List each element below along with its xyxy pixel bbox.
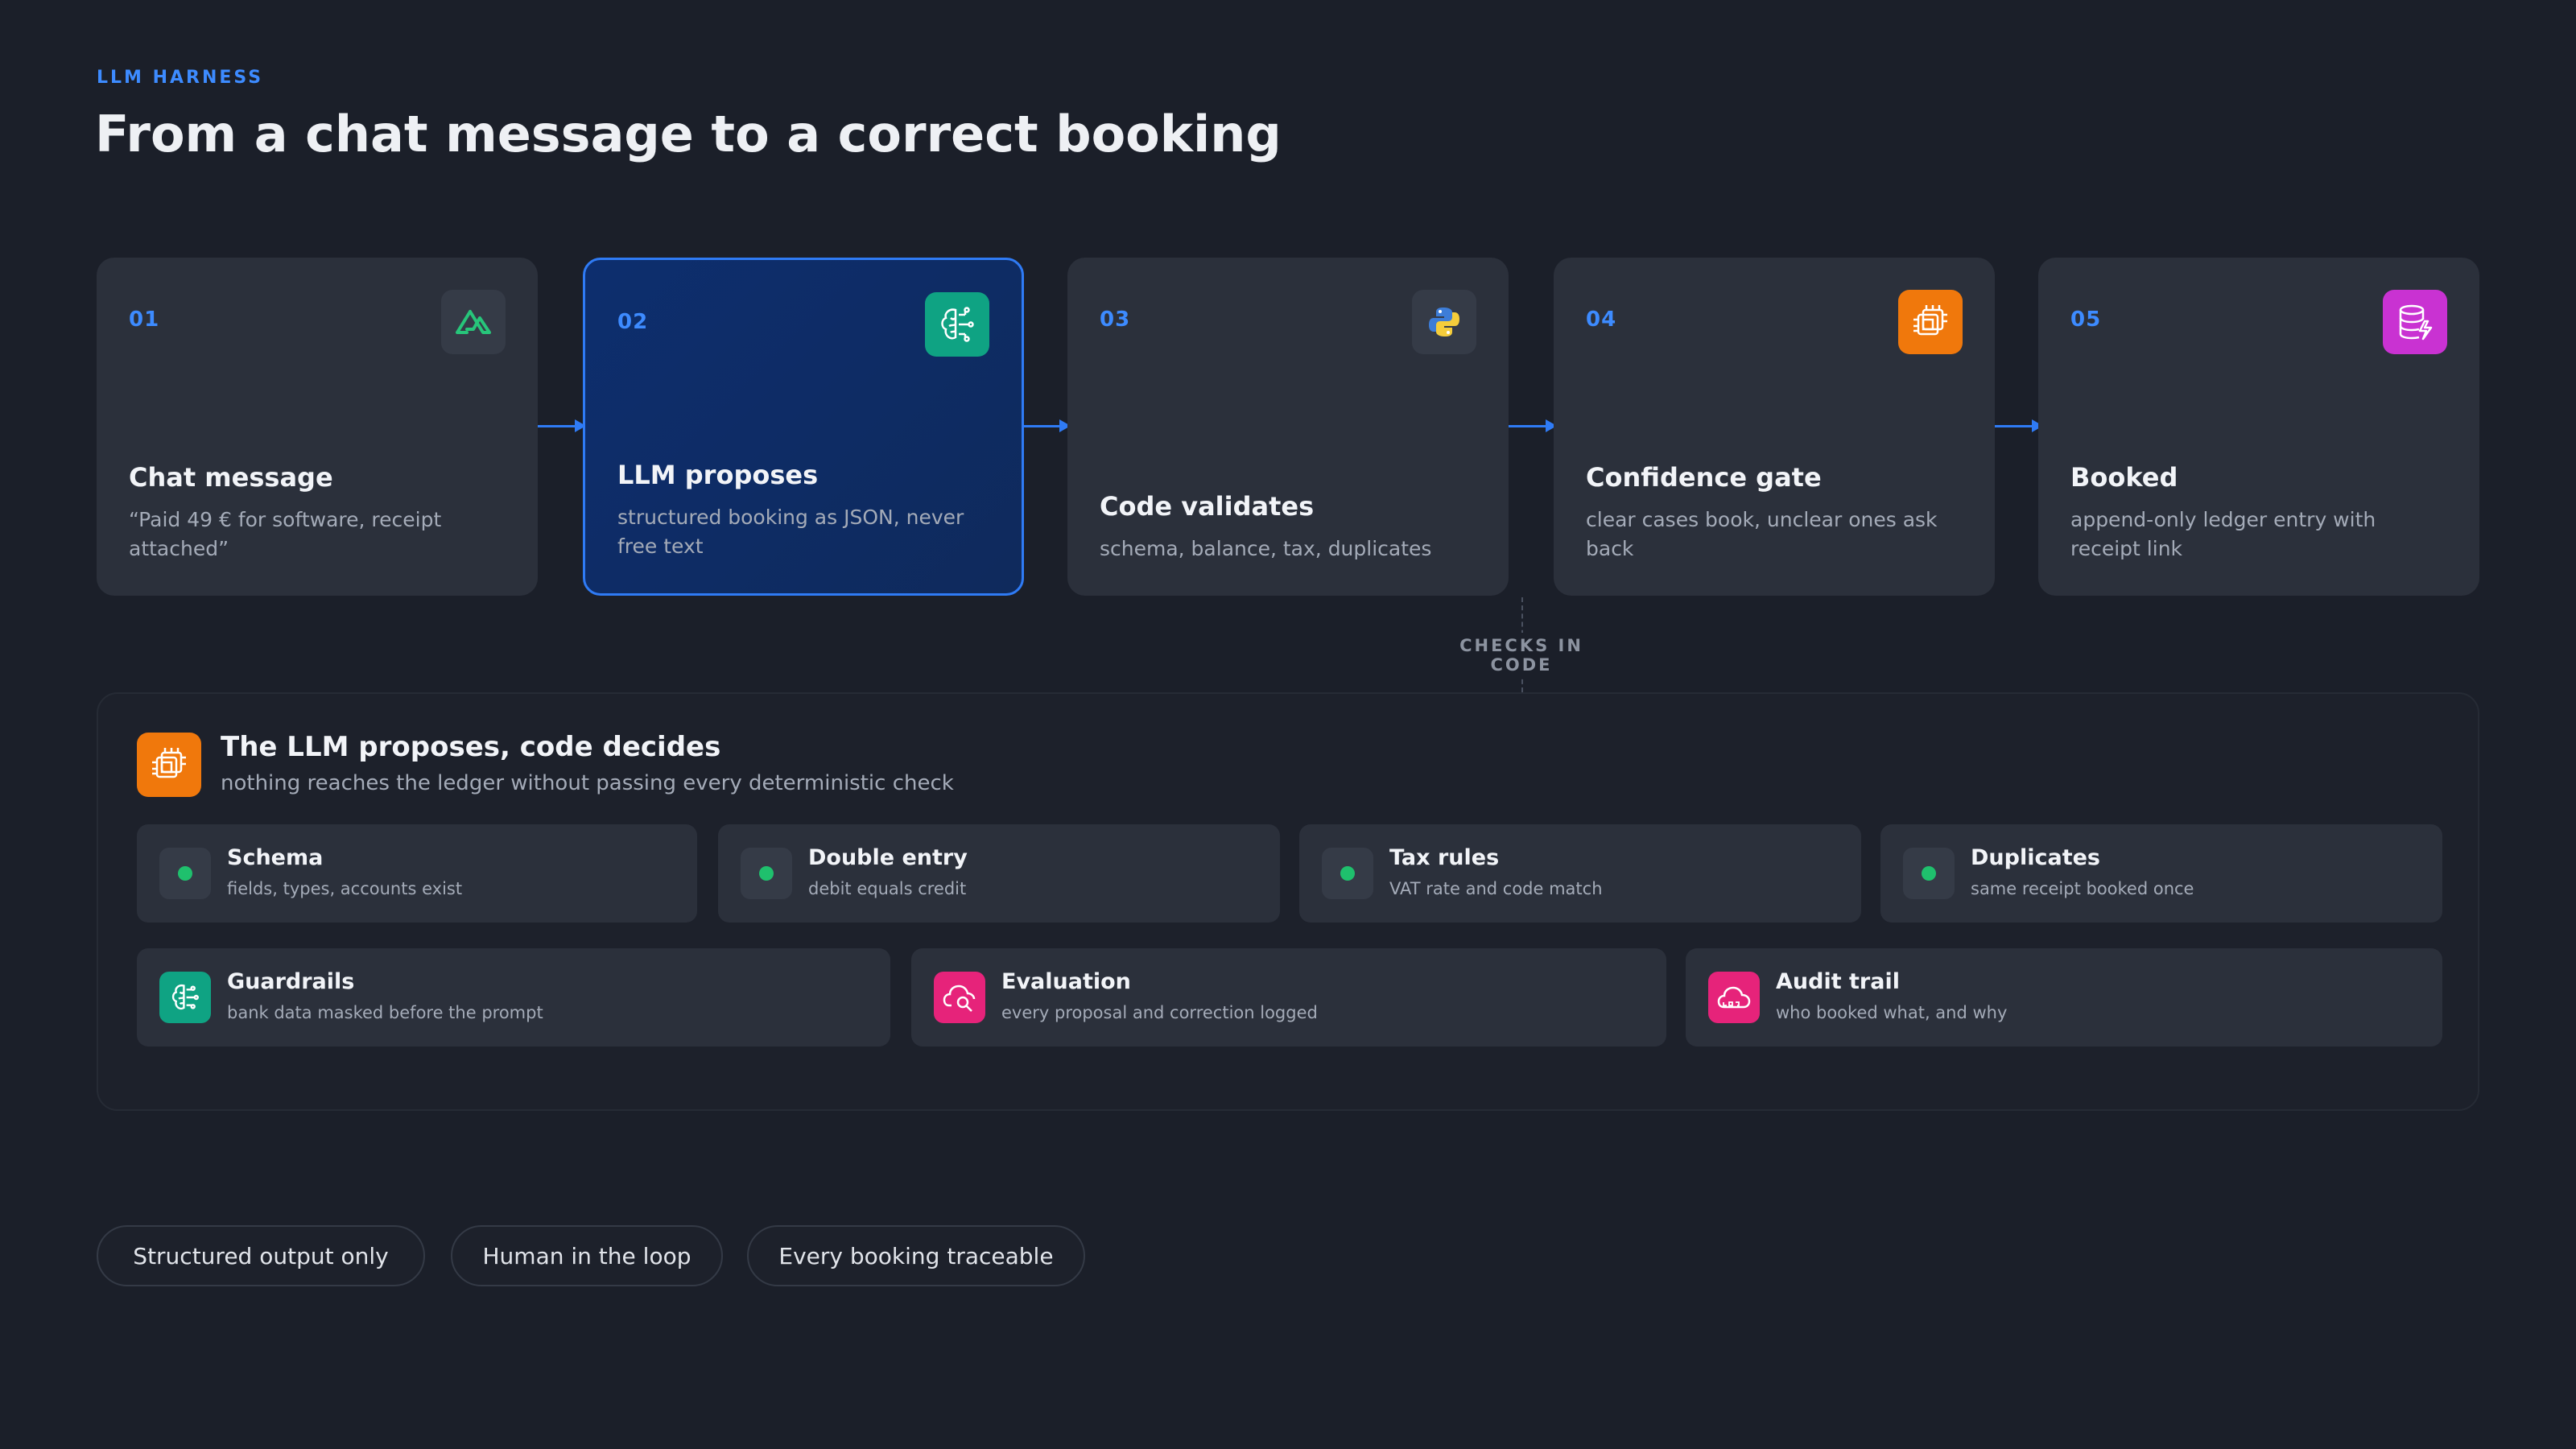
feature-description: who booked what, and why	[1776, 1003, 2008, 1022]
status-indicator	[159, 848, 211, 899]
check-card-double-entry: Double entry debit equals credit	[718, 824, 1280, 923]
brain-circuit-icon	[925, 292, 989, 357]
feature-title: Audit trail	[1776, 969, 1900, 994]
status-dot	[759, 866, 774, 881]
feature-description: every proposal and correction logged	[1001, 1003, 1318, 1022]
status-dot	[178, 866, 192, 881]
step-description: append-only ledger entry with receipt li…	[2070, 508, 2376, 560]
step-card-code-validates: 03 Code validates schema, balance, tax, …	[1067, 258, 1509, 596]
feature-title: Evaluation	[1001, 969, 1131, 994]
brain-circuit-icon	[159, 972, 211, 1023]
step-title: Booked	[2070, 462, 2178, 493]
check-description: VAT rate and code match	[1389, 879, 1603, 898]
status-indicator	[1903, 848, 1955, 899]
feature-card-evaluation: Evaluation every proposal and correction…	[911, 948, 1666, 1046]
pill-human-in-loop: Human in the loop	[451, 1225, 723, 1286]
status-indicator	[1322, 848, 1373, 899]
feature-description: bank data masked before the prompt	[227, 1003, 543, 1022]
nuxt-icon	[441, 290, 506, 354]
step-description: clear cases book, unclear ones ask back	[1586, 508, 1938, 560]
feature-card-audit-trail: Audit trail who booked what, and why	[1686, 948, 2442, 1046]
step-card-chat-message: 01 Chat message “Paid 49 € for software,…	[97, 258, 538, 596]
cloud-log-icon	[1708, 972, 1760, 1023]
step-number: 04	[1586, 308, 1617, 332]
check-description: debit equals credit	[808, 879, 967, 898]
step-description: schema, balance, tax, duplicates	[1100, 537, 1432, 560]
status-dot	[1922, 866, 1936, 881]
chip-icon	[1898, 290, 1963, 354]
python-icon	[1412, 290, 1476, 354]
check-title: Duplicates	[1971, 845, 2100, 870]
page-title: From a chat message to a correct booking	[95, 105, 1282, 163]
flow-arrow	[538, 419, 586, 432]
step-card-confidence-gate: 04 Confidence gate clear cases book, unc…	[1554, 258, 1995, 596]
checks-in-code-label: CHECKS IN CODE	[1441, 633, 1602, 678]
step-description: structured booking as JSON, never free t…	[617, 506, 964, 558]
flow-arrow	[1509, 419, 1557, 432]
panel-title: The LLM proposes, code decides	[221, 731, 721, 763]
panel-subtitle: nothing reaches the ledger without passi…	[221, 771, 954, 795]
database-icon	[2383, 290, 2447, 354]
check-title: Tax rules	[1389, 845, 1500, 870]
step-number: 01	[129, 308, 160, 332]
flow-arrow	[1995, 419, 2043, 432]
step-title: Confidence gate	[1586, 462, 1822, 493]
checks-panel: The LLM proposes, code decides nothing r…	[97, 692, 2479, 1111]
check-description: fields, types, accounts exist	[227, 879, 463, 898]
step-card-booked: 05 Booked append-only ledger entry with …	[2038, 258, 2479, 596]
cloud-search-icon	[934, 972, 985, 1023]
step-title: Chat message	[129, 462, 333, 493]
feature-title: Guardrails	[227, 969, 355, 994]
eyebrow-label: LLM HARNESS	[97, 68, 264, 88]
check-card-tax-rules: Tax rules VAT rate and code match	[1299, 824, 1861, 923]
check-title: Schema	[227, 845, 324, 870]
step-number: 05	[2070, 308, 2102, 332]
step-card-llm-proposes: 02 LLM proposes structured booking as JS…	[583, 258, 1024, 596]
status-indicator	[741, 848, 792, 899]
check-title: Double entry	[808, 845, 968, 870]
check-description: same receipt booked once	[1971, 879, 2194, 898]
step-title: LLM proposes	[617, 460, 819, 490]
feature-card-guardrails: Guardrails bank data masked before the p…	[137, 948, 890, 1046]
pill-structured-output: Structured output only	[97, 1225, 425, 1286]
step-number: 03	[1100, 308, 1131, 332]
check-card-schema: Schema fields, types, accounts exist	[137, 824, 697, 923]
flow-arrow	[1022, 419, 1071, 432]
step-number: 02	[617, 310, 649, 334]
status-dot	[1340, 866, 1355, 881]
step-title: Code validates	[1100, 491, 1315, 522]
chip-icon	[137, 733, 201, 797]
pill-booking-traceable: Every booking traceable	[747, 1225, 1085, 1286]
check-card-duplicates: Duplicates same receipt booked once	[1880, 824, 2442, 923]
step-description: “Paid 49 € for software, receipt attache…	[129, 508, 442, 560]
